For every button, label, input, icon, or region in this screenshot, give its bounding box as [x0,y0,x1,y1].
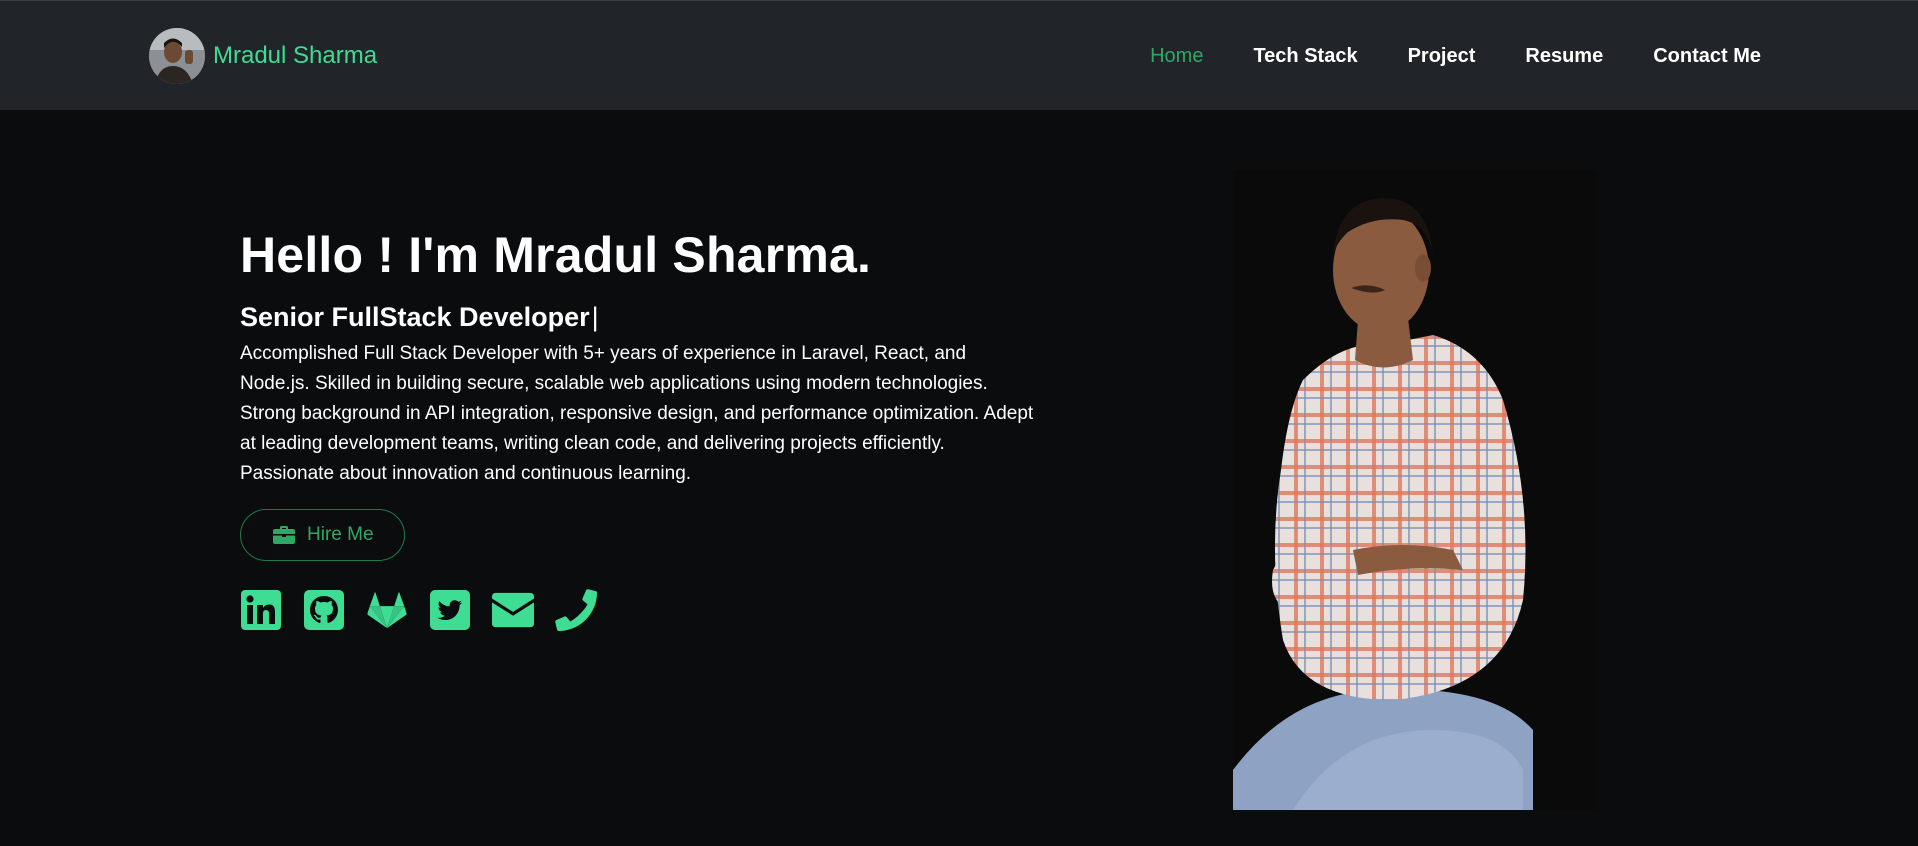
linkedin-icon[interactable] [240,589,282,631]
main-nav: Home Tech Stack Project Resume Contact M… [1100,44,1761,68]
hero-description: Accomplished Full Stack Developer with 5… [240,343,1034,485]
brand-name: Mradul Sharma [213,42,378,69]
brand-avatar [149,28,205,84]
nav-tech-stack[interactable]: Tech Stack [1253,44,1357,68]
envelope-icon[interactable] [492,589,534,631]
hire-me-label: Hire Me [307,524,374,546]
hero-subtitle-text: Senior FullStack Developer [240,302,590,332]
social-links [240,589,1040,632]
phone-icon[interactable] [555,589,597,632]
nav-project[interactable]: Project [1408,44,1476,68]
profile-portrait [1233,170,1596,810]
hero-section: Hello ! I'm Mradul Sharma. Senior FullSt… [240,227,1040,632]
gitlab-icon[interactable] [366,589,408,631]
twitter-icon[interactable] [429,589,471,631]
github-icon[interactable] [303,589,345,631]
nav-contact-me[interactable]: Contact Me [1653,44,1761,68]
navbar: Mradul Sharma Home Tech Stack Project Re… [0,0,1918,110]
nav-home[interactable]: Home [1150,44,1203,68]
hire-me-button[interactable]: Hire Me [240,509,405,562]
hero-title: Hello ! I'm Mradul Sharma. [240,227,872,283]
briefcase-icon [273,526,295,545]
brand-link[interactable]: Mradul Sharma [149,28,377,84]
hero-subtitle: Senior FullStack Developer| [240,301,1040,333]
nav-resume[interactable]: Resume [1525,44,1603,68]
typing-cursor: | [591,302,599,332]
